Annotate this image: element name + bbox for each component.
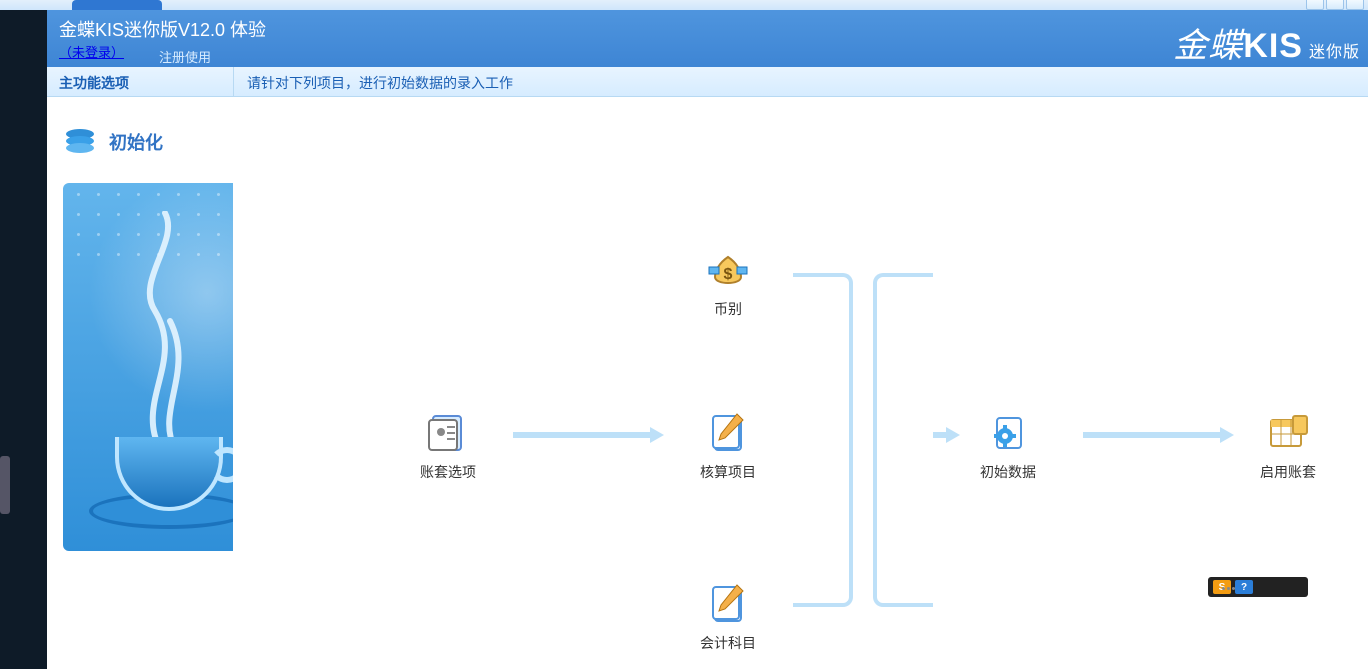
window-controls bbox=[1306, 0, 1364, 10]
flow-branch bbox=[793, 435, 853, 607]
sidebar-item-initialize[interactable]: 初始化 bbox=[47, 97, 233, 171]
header: 金蝶KIS迷你版V12.0 体验 （未登录） 注册使用 金蝶KIS 迷你版 bbox=[47, 10, 1368, 67]
main-options-label: 主功能选项 bbox=[59, 73, 129, 93]
close-button[interactable] bbox=[1346, 0, 1364, 10]
left-gutter bbox=[0, 10, 47, 669]
active-tab[interactable] bbox=[72, 0, 162, 10]
gutter-handle[interactable] bbox=[0, 456, 10, 514]
flow-arrow bbox=[933, 427, 959, 443]
node-label: 初始数据 bbox=[963, 462, 1053, 482]
sidebar: 初始化 bbox=[47, 97, 233, 669]
node-label: 账套选项 bbox=[403, 462, 493, 482]
login-link[interactable]: （未登录） bbox=[59, 42, 124, 61]
brand: 金蝶KIS 迷你版 bbox=[1173, 18, 1360, 67]
spreadsheet-icon bbox=[1243, 412, 1333, 454]
app-title: 金蝶KIS迷你版V12.0 体验 bbox=[59, 16, 266, 42]
svg-text:$: $ bbox=[724, 266, 733, 283]
node-label: 启用账套 bbox=[1243, 462, 1333, 482]
node-label: 核算项目 bbox=[683, 462, 773, 482]
notepad-icon bbox=[683, 583, 773, 625]
node-accounting-subject[interactable]: 会计科目 bbox=[683, 583, 773, 653]
flow-arrow bbox=[1083, 427, 1233, 443]
hint-text: 请针对下列项目，进行初始数据的录入工作 bbox=[247, 73, 513, 93]
node-initial-data[interactable]: 初始数据 bbox=[963, 412, 1053, 482]
subheader: 主功能选项 请针对下列项目，进行初始数据的录入工作 bbox=[47, 67, 1368, 97]
tray-more-icon[interactable] bbox=[1222, 587, 1235, 590]
flow-canvas: 账套选项 核算项目 $ 币别 会计科目 初始数据 启用账套 bbox=[233, 97, 1368, 669]
maximize-button[interactable] bbox=[1326, 0, 1344, 10]
money-bag-icon: $ bbox=[683, 249, 773, 291]
flow-arrow bbox=[513, 427, 663, 443]
brand-main: KIS bbox=[1243, 27, 1303, 65]
node-label: 币别 bbox=[683, 299, 773, 319]
flow-branch bbox=[793, 273, 853, 435]
system-tray: S ? bbox=[1208, 577, 1308, 597]
node-label: 会计科目 bbox=[683, 633, 773, 653]
help-icon[interactable]: ? bbox=[1235, 580, 1253, 594]
minimize-button[interactable] bbox=[1306, 0, 1324, 10]
node-account-options[interactable]: 账套选项 bbox=[403, 412, 493, 482]
coffee-cup-icon bbox=[89, 379, 249, 529]
node-enable-account[interactable]: 启用账套 bbox=[1243, 412, 1333, 482]
brand-prefix: 金蝶 bbox=[1173, 27, 1243, 65]
register-link[interactable]: 注册使用 bbox=[159, 47, 211, 66]
divider bbox=[233, 67, 234, 96]
stack-icon bbox=[63, 127, 97, 157]
flow-branch bbox=[873, 435, 933, 607]
titlebar bbox=[0, 0, 1368, 10]
notepad-icon bbox=[683, 412, 773, 454]
sidebar-item-label: 初始化 bbox=[109, 129, 163, 155]
settings-doc-icon bbox=[403, 412, 493, 454]
brand-suffix: 迷你版 bbox=[1309, 44, 1360, 61]
node-currency[interactable]: $ 币别 bbox=[683, 249, 773, 319]
gear-doc-icon bbox=[963, 412, 1053, 454]
node-accounting-item[interactable]: 核算项目 bbox=[683, 412, 773, 482]
flow-branch bbox=[873, 273, 933, 435]
